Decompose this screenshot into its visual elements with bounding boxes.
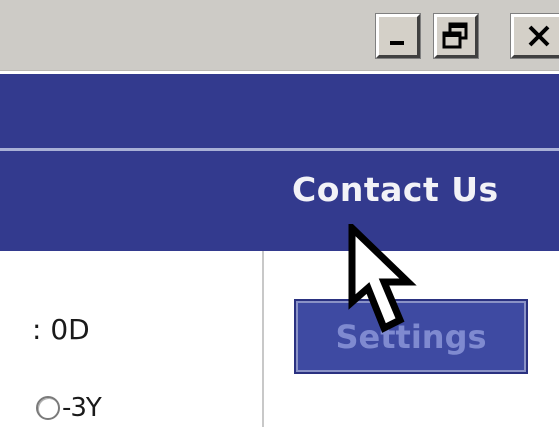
minimize-button[interactable]	[375, 13, 421, 59]
restore-button[interactable]	[433, 13, 479, 59]
close-icon	[528, 25, 550, 47]
header-band-top	[0, 74, 559, 148]
contact-us-link[interactable]: Contact Us	[292, 170, 499, 209]
radio-button[interactable]	[36, 396, 60, 420]
close-button[interactable]	[510, 13, 559, 59]
radio-option[interactable]: -3Y	[36, 393, 102, 423]
restore-icon	[442, 22, 468, 49]
minimize-icon	[390, 41, 404, 45]
column-divider	[262, 251, 264, 427]
window-titlebar	[0, 0, 559, 71]
field-label: : 0D	[32, 313, 90, 346]
radio-label: -3Y	[62, 393, 102, 423]
settings-button[interactable]: Settings	[294, 299, 528, 374]
